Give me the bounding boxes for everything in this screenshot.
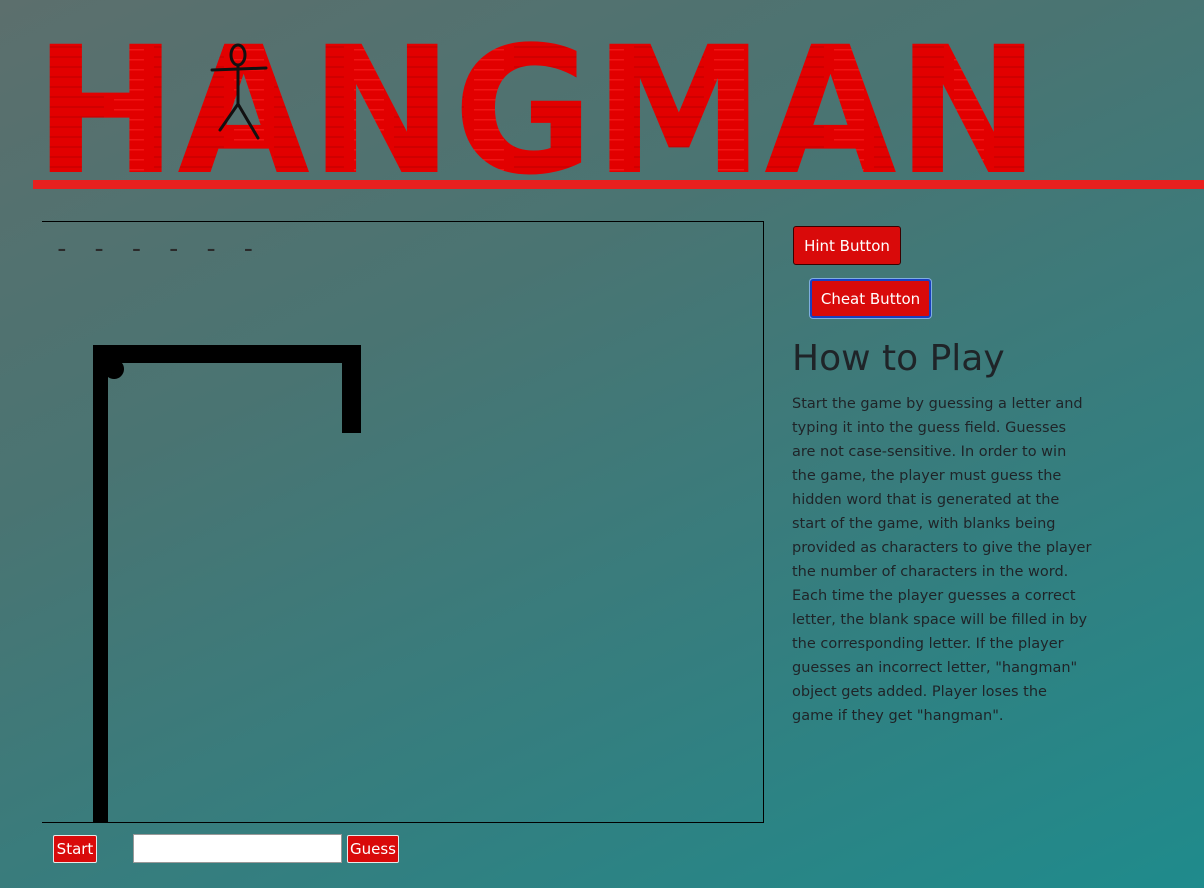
- game-board: - - - - - -: [42, 221, 764, 823]
- how-to-play-title: How to Play: [792, 338, 1005, 379]
- gallows-post: [93, 345, 108, 822]
- hint-button[interactable]: Hint Button: [793, 226, 901, 265]
- how-to-play-text: Start the game by guessing a letter and …: [792, 396, 1092, 724]
- guess-input[interactable]: [133, 834, 342, 863]
- guess-button[interactable]: Guess: [347, 835, 399, 863]
- gallows-drawing: [93, 345, 361, 822]
- gallows-rope: [342, 345, 361, 433]
- gallows-beam: [93, 345, 361, 363]
- logo-text: HANGMAN: [34, 22, 1040, 182]
- logo-underline: [33, 180, 1204, 189]
- start-button[interactable]: Start: [53, 835, 97, 863]
- cheat-button[interactable]: Cheat Button: [810, 279, 931, 318]
- hangman-logo: HANGMAN: [34, 22, 1040, 182]
